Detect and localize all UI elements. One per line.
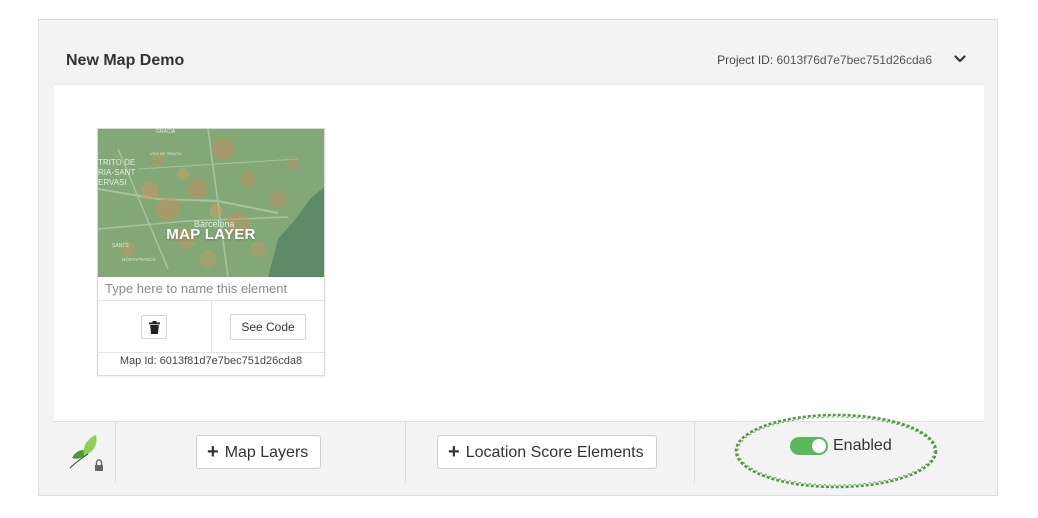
enabled-toggle-label: Enabled bbox=[833, 437, 892, 454]
toggle-knob bbox=[812, 439, 826, 453]
project-panel: New Map Demo Project ID: 6013f76d7e7bec7… bbox=[38, 19, 998, 496]
elements-area: GRACIA VILA DE GRACIA TRITO DE RIA-SANT … bbox=[54, 85, 984, 421]
map-layer-card: GRACIA VILA DE GRACIA TRITO DE RIA-SANT … bbox=[97, 128, 325, 376]
map-id-value: 6013f81d7e7bec751d26cda8 bbox=[159, 355, 303, 367]
map-place-text: RIA-SANT bbox=[98, 168, 135, 177]
map-id: Map Id: 6013f81d7e7bec751d26cda8 bbox=[98, 355, 324, 367]
add-location-score-elements-label: Location Score Elements bbox=[465, 444, 644, 461]
add-map-layers-label: Map Layers bbox=[224, 444, 309, 461]
see-code-button[interactable]: See Code bbox=[230, 314, 306, 340]
map-place-text: HOSTAFRANCS bbox=[122, 257, 156, 262]
map-place-text: TRITO DE bbox=[98, 158, 135, 167]
trash-icon bbox=[149, 321, 160, 334]
map-place-text: ERVASI bbox=[98, 178, 127, 187]
card-actions: See Code bbox=[98, 301, 324, 353]
map-id-label: Map Id: bbox=[119, 355, 157, 367]
footer-separator bbox=[115, 422, 116, 483]
project-title: New Map Demo bbox=[66, 52, 185, 69]
map-place-text: GRACIA bbox=[156, 129, 176, 135]
map-place-text: SANTS bbox=[112, 243, 129, 249]
enabled-toggle[interactable]: Enabled bbox=[790, 429, 910, 463]
plus-icon: + bbox=[207, 441, 219, 463]
chevron-down-icon[interactable] bbox=[952, 51, 968, 67]
leaf-logo-icon bbox=[66, 434, 106, 474]
footer-separator bbox=[405, 422, 406, 483]
element-name-input[interactable] bbox=[98, 277, 324, 301]
project-header[interactable]: New Map Demo Project ID: 6013f76d7e7bec7… bbox=[54, 38, 984, 85]
add-map-layers-button[interactable]: + Map Layers bbox=[196, 435, 322, 469]
delete-element-button[interactable] bbox=[141, 315, 167, 339]
add-location-score-elements-button[interactable]: + Location Score Elements bbox=[437, 435, 657, 469]
map-layer-thumbnail-label: MAP LAYER bbox=[166, 226, 256, 243]
map-place-text: VILA DE GRACIA bbox=[150, 151, 182, 156]
toggle-switch[interactable] bbox=[790, 437, 828, 455]
map-layer-thumbnail[interactable]: GRACIA VILA DE GRACIA TRITO DE RIA-SANT … bbox=[98, 129, 324, 277]
project-id-label: Project ID: bbox=[717, 53, 774, 67]
project-id: Project ID: 6013f76d7e7bec751d26cda6 bbox=[717, 53, 932, 67]
footer-separator bbox=[694, 422, 695, 483]
lock-icon bbox=[95, 459, 103, 471]
card-actions-divider bbox=[211, 301, 212, 352]
project-id-value: 6013f76d7e7bec751d26cda6 bbox=[776, 53, 932, 67]
plus-icon: + bbox=[448, 441, 460, 463]
